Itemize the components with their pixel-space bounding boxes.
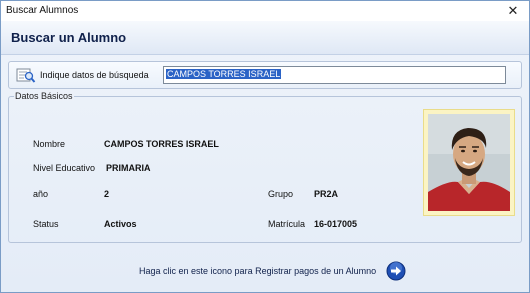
basic-data-group: Datos Básicos Nombre CAMPOS TORRES ISRAE… [8, 91, 522, 243]
nivel-educativo-label: Nivel Educativo [33, 163, 96, 173]
status-label: Status [33, 219, 59, 229]
dialog-window: Buscar Alumnos ✕ Buscar un Alumno Indiqu… [0, 0, 530, 293]
header-band: Buscar un Alumno [1, 21, 529, 55]
search-input[interactable]: CAMPOS TORRES ISRAEL [163, 66, 506, 84]
register-payments-hint: Haga clic en este icono para Registrar p… [139, 266, 377, 276]
close-icon[interactable]: ✕ [501, 2, 525, 19]
matricula-label: Matrícula [268, 219, 306, 229]
photo-frame [423, 109, 515, 216]
search-input-value: CAMPOS TORRES ISRAEL [166, 69, 282, 79]
student-photo [428, 114, 510, 211]
title-bar: Buscar Alumnos ✕ [1, 1, 529, 21]
search-label: Indique datos de búsqueda [40, 70, 149, 80]
arrow-right-icon[interactable] [386, 261, 406, 281]
nivel-educativo-value: PRIMARIA [106, 163, 151, 173]
status-value: Activos [104, 219, 137, 229]
grupo-value: PR2A [314, 189, 339, 199]
search-record-icon [16, 67, 36, 84]
grupo-label: Grupo [268, 189, 294, 199]
search-panel: Indique datos de búsqueda CAMPOS TORRES … [8, 61, 522, 89]
anio-value: 2 [104, 189, 110, 199]
nombre-label: Nombre [33, 139, 66, 149]
anio-label: año [33, 189, 49, 199]
matricula-value: 16-017005 [314, 219, 358, 229]
window-title: Buscar Alumnos [6, 5, 79, 16]
nombre-value: CAMPOS TORRES ISRAEL [104, 139, 219, 149]
page-title: Buscar un Alumno [11, 30, 127, 45]
group-legend: Datos Básicos [14, 91, 74, 101]
dialog-body: Buscar un Alumno Indique datos de búsque… [1, 21, 529, 292]
